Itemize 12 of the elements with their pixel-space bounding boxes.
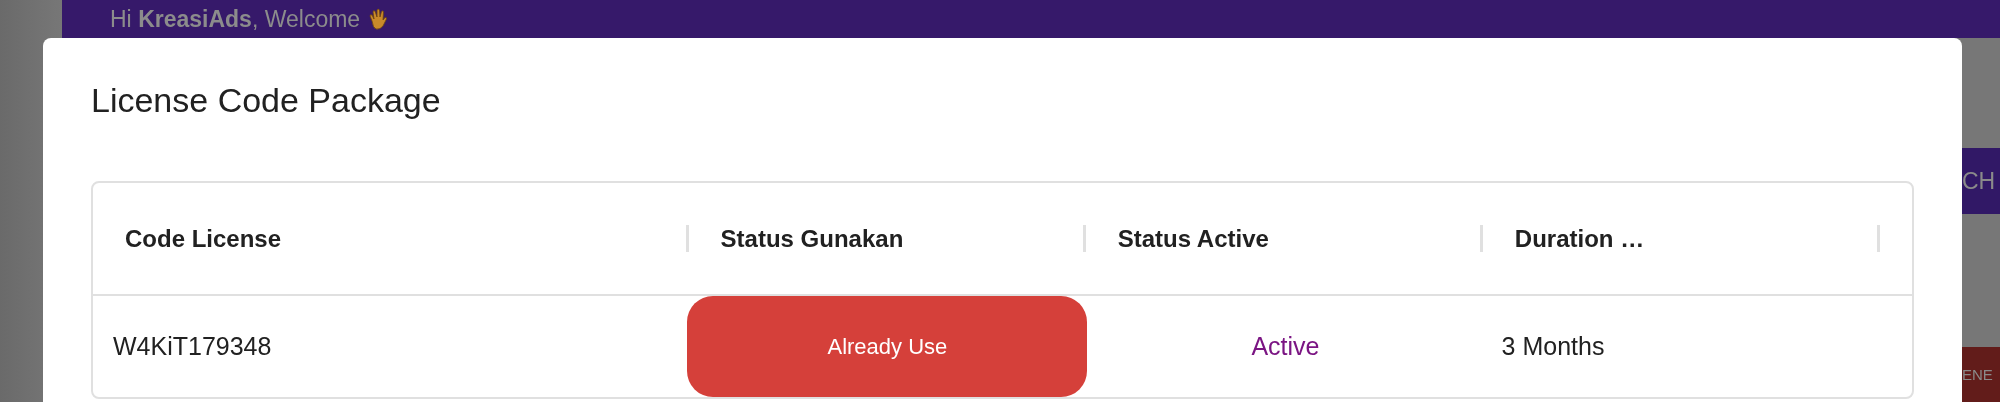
column-header[interactable]: Status Gunakan xyxy=(720,224,904,253)
background-button[interactable]: CH xyxy=(1962,148,2000,214)
column-header[interactable]: Code License xyxy=(125,224,282,253)
background-button[interactable]: ENE xyxy=(1962,347,2000,402)
status-button[interactable]: Already Use xyxy=(687,296,1088,397)
column-header[interactable]: Status Active xyxy=(1117,224,1269,253)
status-text: Active xyxy=(1251,332,1320,361)
dialog-title: License Code Package xyxy=(91,82,442,118)
table-cell: 3 Months xyxy=(1501,332,1605,361)
welcome-text: Hi KreasiAds, Welcome xyxy=(110,5,361,33)
column-header[interactable]: Duration … xyxy=(1514,224,1645,253)
table-cell: W4KiT179348 xyxy=(113,332,272,361)
